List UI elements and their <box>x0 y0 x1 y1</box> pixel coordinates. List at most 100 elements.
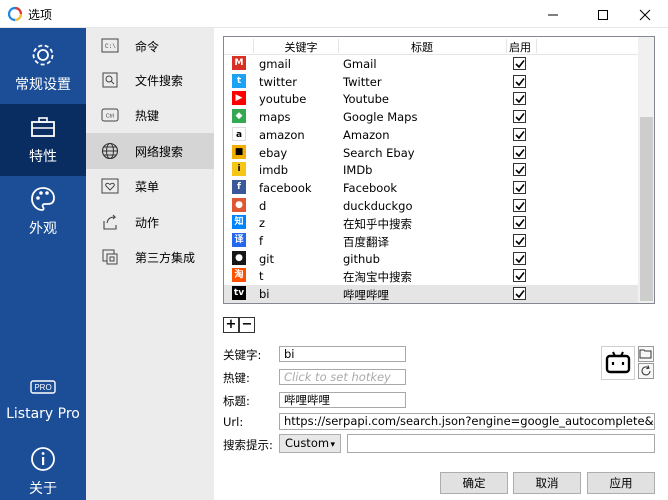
table-row[interactable]: i imdb IMDb <box>224 161 638 179</box>
table-row[interactable]: 译 f 百度翻译 <box>224 232 638 250</box>
close-button[interactable] <box>622 0 668 28</box>
search-hint-select[interactable]: Custom ▾ <box>279 434 341 453</box>
remove-engine-button[interactable]: − <box>239 317 255 333</box>
hotkey-input[interactable]: Click to set hotkey <box>279 369 406 385</box>
chevron-down-icon: ▾ <box>330 440 335 450</box>
table-row[interactable]: ● git github <box>224 250 638 268</box>
ok-button[interactable]: 确定 <box>440 472 508 494</box>
gear-icon <box>32 44 54 66</box>
row-keyword: ebay <box>259 145 288 160</box>
subnav-item-commands[interactable]: C:\ 命令 <box>86 28 214 64</box>
reset-icon-button[interactable] <box>638 363 654 379</box>
column-header-title[interactable]: 标题 <box>338 39 506 55</box>
listary-logo-icon <box>7 6 23 22</box>
bilibili-icon <box>605 351 631 374</box>
enabled-checkbox[interactable] <box>513 287 526 301</box>
keyword-label: 关键字: <box>223 348 262 362</box>
nav-item-listary-pro[interactable]: PRO Listary Pro <box>0 364 86 436</box>
table-row[interactable]: ▶ youtube Youtube <box>224 90 638 108</box>
subnav-item-hotkeys[interactable]: Ctrl 热键 <box>86 97 214 133</box>
minimize-button[interactable] <box>530 0 576 28</box>
apply-button[interactable]: 应用 <box>587 472 655 494</box>
enabled-checkbox[interactable] <box>513 198 526 212</box>
row-title: 百度翻译 <box>343 235 389 249</box>
checkmark-icon <box>515 166 525 175</box>
svg-text:Ctrl: Ctrl <box>106 114 115 120</box>
row-title: Twitter <box>343 74 382 89</box>
enabled-checkbox[interactable] <box>513 163 526 177</box>
pro-badge-icon: PRO <box>30 380 56 394</box>
cancel-button[interactable]: 取消 <box>513 472 581 494</box>
row-title: 在知乎中搜索 <box>343 217 412 232</box>
nav-item-appearance[interactable]: 外观 <box>0 176 86 248</box>
column-header-enabled[interactable]: 启用 <box>506 39 534 55</box>
search-engine-table[interactable]: 关键字 标题 启用 Mgmail Gmail t twitter Twitter ▶ you… <box>223 36 655 304</box>
enabled-checkbox[interactable] <box>513 234 526 247</box>
file-search-icon <box>102 72 118 88</box>
vertical-scrollbar[interactable] <box>638 37 654 303</box>
table-row[interactable]: 知 z 在知乎中搜索 <box>224 214 638 232</box>
scrollbar-thumb[interactable] <box>640 117 653 301</box>
column-divider[interactable] <box>253 39 254 53</box>
column-header-keyword[interactable]: 关键字 <box>259 39 343 55</box>
maximize-button[interactable] <box>580 0 626 28</box>
row-title: Amazon <box>343 127 390 142</box>
table-row[interactable]: a amazon Amazon <box>224 126 638 144</box>
duckduckgo-icon: ● <box>232 197 246 212</box>
table-row[interactable]: t twitter Twitter <box>224 73 638 91</box>
folder-open-icon <box>639 349 652 359</box>
nav-item-about[interactable]: 关于 <box>0 436 86 500</box>
browse-icon-button[interactable] <box>638 346 654 362</box>
subnav-item-actions[interactable]: 动作 <box>86 204 214 240</box>
hotkey-icon: Ctrl <box>101 108 119 122</box>
enabled-checkbox[interactable] <box>513 216 526 230</box>
enabled-checkbox[interactable] <box>513 57 526 70</box>
row-keyword: maps <box>259 110 291 125</box>
sub-nav: C:\ 命令 文件搜索 Ctrl 热键 网络搜索 菜单 动作 第三方集成 <box>86 28 214 500</box>
table-row[interactable]: ● d duckduckgo <box>224 197 638 215</box>
nav-item-features[interactable]: 特性 <box>0 104 86 176</box>
add-engine-button[interactable]: + <box>223 317 239 333</box>
subnav-item-file-search[interactable]: 文件搜索 <box>86 62 214 98</box>
bilibili-icon: tv <box>232 286 246 301</box>
close-icon <box>639 9 651 21</box>
enabled-checkbox[interactable] <box>513 180 526 194</box>
table-row[interactable]: ■ ebay Search Ebay <box>224 144 638 162</box>
toolbox-icon <box>31 117 55 137</box>
enabled-checkbox[interactable] <box>513 251 526 265</box>
enabled-checkbox[interactable] <box>513 92 526 106</box>
row-title: IMDb <box>343 163 373 178</box>
refresh-icon <box>641 365 651 376</box>
table-row[interactable]: ◆ maps Google Maps <box>224 108 638 126</box>
row-title: 在淘宝中搜索 <box>343 270 412 285</box>
table-row[interactable]: 淘 t 在淘宝中搜索 <box>224 267 638 285</box>
row-title: github <box>343 251 380 266</box>
table-row[interactable]: Mgmail Gmail <box>224 55 638 73</box>
nav-item-label: 特性 <box>29 149 57 165</box>
title-input[interactable]: 哔哩哔哩 <box>279 392 406 408</box>
column-divider[interactable] <box>536 39 537 53</box>
enabled-checkbox[interactable] <box>513 269 526 283</box>
nav-item-label: 外观 <box>29 221 57 237</box>
url-input[interactable]: https://serpapi.com/search.json?engine=g… <box>279 413 655 430</box>
svg-text:C:\: C:\ <box>105 43 116 50</box>
subnav-item-label: 第三方集成 <box>135 251 196 265</box>
row-keyword: twitter <box>259 74 297 89</box>
search-hint-input[interactable] <box>347 434 655 453</box>
enabled-checkbox[interactable] <box>513 110 526 124</box>
nav-item-label: 关于 <box>29 481 57 497</box>
enabled-checkbox[interactable] <box>513 74 526 88</box>
amazon-icon: a <box>232 126 246 141</box>
title-bar: 选项 <box>0 0 668 28</box>
subnav-item-web-search[interactable]: 网络搜索 <box>86 133 214 169</box>
subnav-item-integration[interactable]: 第三方集成 <box>86 239 214 275</box>
table-row[interactable]: tv bi 哔哩哔哩 <box>224 285 638 303</box>
title-label: 标题: <box>223 394 250 408</box>
nav-item-general[interactable]: 常规设置 <box>0 32 86 104</box>
keyword-input[interactable]: bi <box>279 346 406 362</box>
subnav-item-menu[interactable]: 菜单 <box>86 168 214 204</box>
table-row[interactable]: f facebook Facebook <box>224 179 638 197</box>
row-title: 哔哩哔哩 <box>343 288 389 303</box>
enabled-checkbox[interactable] <box>513 145 526 159</box>
enabled-checkbox[interactable] <box>513 127 526 141</box>
